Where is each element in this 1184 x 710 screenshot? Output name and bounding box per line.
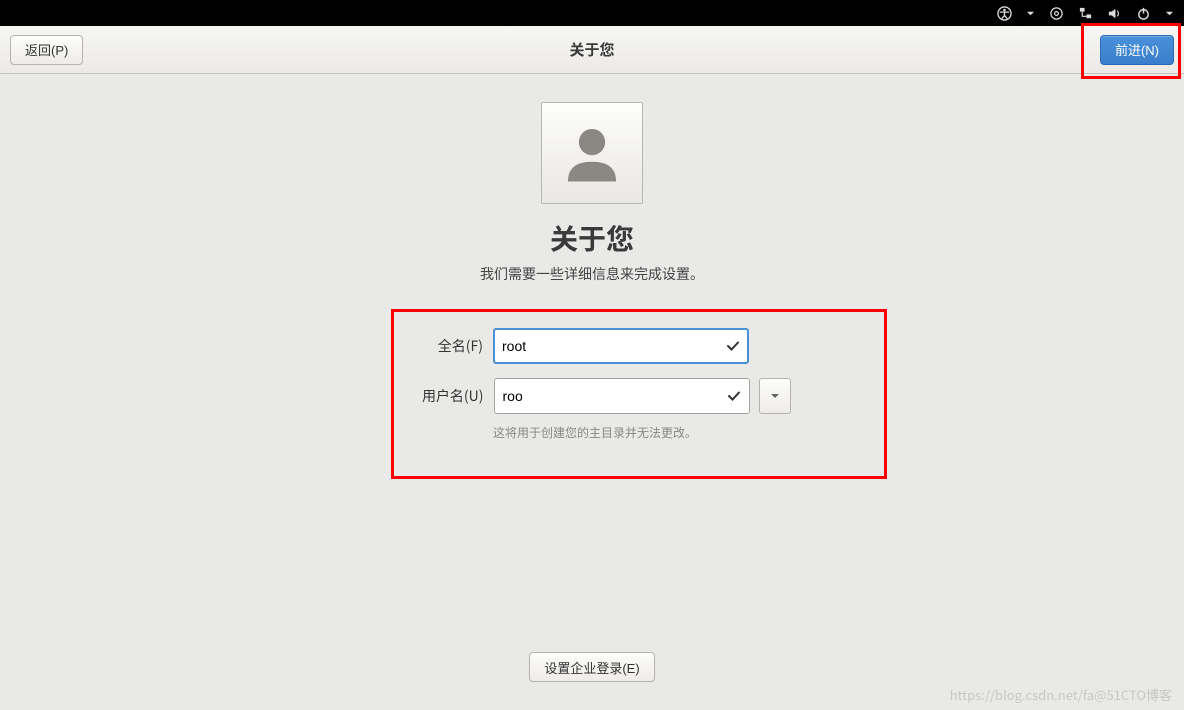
accessibility-icon[interactable]: [997, 6, 1012, 21]
fullname-row: 全名(F): [393, 328, 791, 364]
username-row: 用户名(U): [394, 378, 791, 414]
power-icon[interactable]: [1136, 6, 1151, 21]
avatar-placeholder[interactable]: [541, 102, 643, 204]
caret-down-icon[interactable]: [1165, 9, 1174, 18]
check-icon: [727, 389, 741, 403]
user-form: 全名(F) 用户名(U) 这将用于创建您的主目录并无法更改。: [393, 328, 791, 441]
caret-down-icon[interactable]: [1026, 9, 1035, 18]
footer-actions: 设置企业登录(E): [0, 652, 1184, 682]
username-label: 用户名(U): [394, 386, 484, 406]
caret-down-icon: [770, 391, 780, 401]
fullname-label: 全名(F): [393, 336, 483, 356]
username-input-box[interactable]: [494, 378, 750, 414]
watermark-text: https://blog.csdn.net/fa@51CTO博客: [950, 685, 1172, 704]
system-top-bar: [0, 0, 1184, 26]
username-hint: 这将用于创建您的主目录并无法更改。: [493, 424, 697, 441]
next-button[interactable]: 前进(N): [1100, 35, 1174, 65]
username-dropdown-button[interactable]: [759, 378, 791, 414]
page-subtitle: 我们需要一些详细信息来完成设置。: [480, 264, 704, 284]
header-bar: 返回(P) 关于您 前进(N): [0, 26, 1184, 74]
enterprise-login-button[interactable]: 设置企业登录(E): [529, 652, 654, 682]
back-button[interactable]: 返回(P): [10, 35, 83, 65]
username-input[interactable]: [503, 388, 723, 404]
fullname-input-box[interactable]: [493, 328, 749, 364]
settings-gear-icon[interactable]: [1049, 6, 1064, 21]
network-icon[interactable]: [1078, 6, 1093, 21]
person-icon: [557, 118, 627, 188]
page-title: 关于您: [550, 218, 634, 258]
volume-icon[interactable]: [1107, 6, 1122, 21]
header-title: 关于您: [0, 39, 1184, 60]
fullname-input[interactable]: [502, 338, 722, 354]
main-content: 关于您 我们需要一些详细信息来完成设置。 全名(F) 用户名(U): [0, 74, 1184, 710]
check-icon: [726, 339, 740, 353]
